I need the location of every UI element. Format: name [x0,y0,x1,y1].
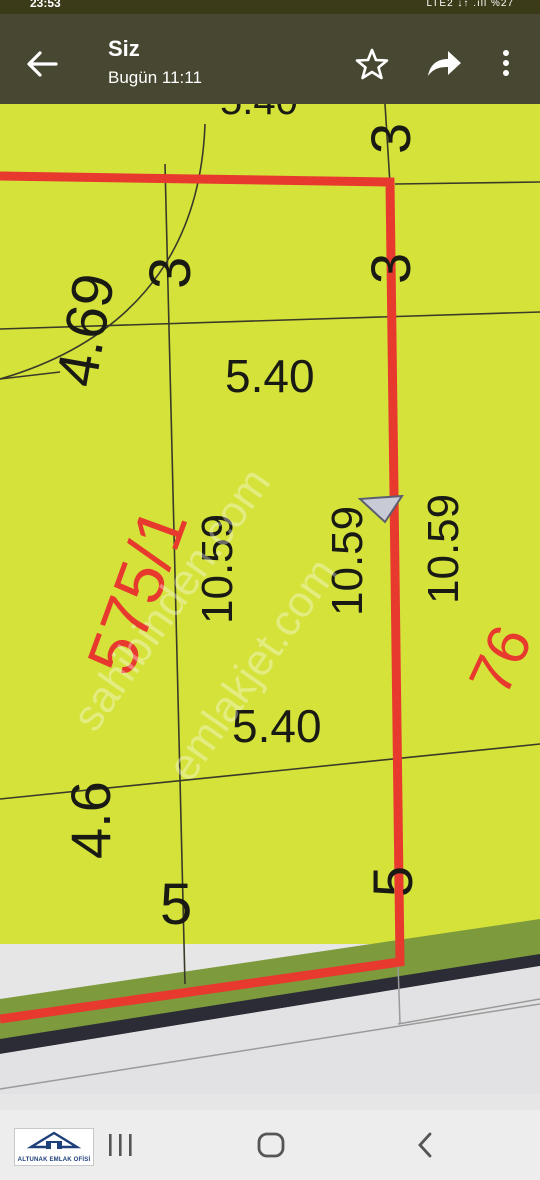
more-vertical-icon [503,50,509,76]
status-indicators: LTE2 ↓↑ .ıll %27 [426,0,514,9]
parcel-map-image[interactable]: 5.40 4.69 3 3 3 5.40 10.59 10.59 10.59 5… [0,104,540,1094]
home-icon [257,1132,285,1158]
share-button[interactable] [424,46,464,82]
more-options-button[interactable] [494,46,518,82]
side-length-right: 10.59 [419,494,468,604]
house-logo-icon [26,1131,82,1149]
setback-bottom-right: 5 [361,866,424,897]
signal-icon: ↓↑ .ıll [457,0,491,9]
home-button[interactable] [246,1128,296,1164]
star-icon [355,48,389,80]
setback-bottom-left: 5 [160,872,192,937]
agency-logo-text: ALTUNAK EMLAK OFİSİ [17,1157,91,1163]
app-header: Siz Bugün 11:11 [0,14,540,104]
system-nav-bar: ALTUNAK EMLAK OFİSİ [0,1110,540,1180]
top-partial-label: 5.40 [220,104,298,123]
setback-top-right-a: 3 [359,123,422,154]
recent-apps-button[interactable] [96,1128,146,1164]
status-bar: 23:53 LTE2 ↓↑ .ıll %27 [0,0,540,14]
sender-name: Siz [108,36,140,61]
setback-top-right-b: 3 [359,253,422,284]
upper-width-label: 5.40 [225,350,315,402]
share-icon [428,51,461,76]
system-back-button[interactable] [400,1128,450,1164]
back-icon [418,1132,432,1158]
star-button[interactable] [354,46,390,82]
agency-logo: ALTUNAK EMLAK OFİSİ [14,1128,94,1166]
battery-label: %27 [490,0,514,9]
status-time: 23:53 [30,0,61,10]
recent-apps-icon [109,1134,132,1156]
network-label: LTE2 [426,0,454,9]
back-button[interactable] [22,44,62,84]
back-arrow-icon [27,51,58,77]
message-timestamp: Bugün 11:11 [108,68,202,87]
setback-top-left: 3 [138,257,203,289]
left-dimension-label: 4.6 [59,781,122,859]
